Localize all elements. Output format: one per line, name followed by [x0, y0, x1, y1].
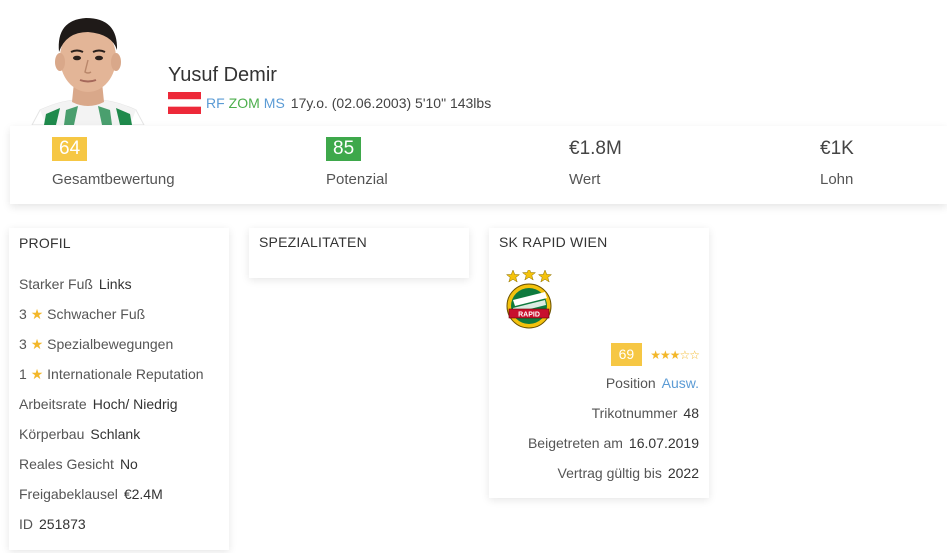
- strong-foot-label: Starker Fuß: [19, 276, 93, 292]
- profile-real-face: Reales Gesicht No: [19, 456, 138, 472]
- player-name: Yusuf Demir: [168, 64, 277, 86]
- club-jersey: Trikotnummer 48: [592, 405, 699, 421]
- profile-skill-moves: 3 ★ Spezialbewegungen: [19, 336, 173, 353]
- profile-card: PROFIL Starker Fuß Links 3 ★ Schwacher Fu…: [9, 228, 229, 550]
- strong-foot-value: Links: [98, 276, 132, 292]
- club-joined: Beigetreten am 16.07.2019: [528, 435, 699, 451]
- id-value: 251873: [39, 516, 86, 532]
- wage-value: €1K: [820, 138, 854, 159]
- release-clause-label: Freigabeklausel: [19, 486, 118, 502]
- club-star-rating-icon: ★★★☆☆: [650, 347, 700, 362]
- contract-label: Vertrag gültig bis: [557, 465, 662, 481]
- overall-rating-badge: 64: [52, 137, 88, 161]
- skill-moves-label: Spezialbewegungen: [47, 336, 174, 352]
- star-icon: ★: [30, 366, 44, 382]
- svg-text:RAPID: RAPID: [518, 312, 540, 319]
- club-position-label: Position: [605, 375, 656, 391]
- position-tag-ms[interactable]: MS: [264, 95, 285, 111]
- stat-value: €1.8M Wert: [569, 137, 622, 188]
- work-rate-label: Arbeitsrate: [19, 396, 87, 412]
- profile-work-rate: Arbeitsrate Hoch/ Niedrig: [19, 396, 178, 412]
- club-position: Position Ausw.: [606, 375, 699, 391]
- skill-moves-value: 3: [19, 336, 27, 352]
- market-value-label: Wert: [569, 171, 601, 188]
- stat-potential: 85 Potenzial: [326, 137, 388, 188]
- overall-rating-label: Gesamtbewertung: [52, 171, 175, 188]
- release-clause-value: €2.4M: [123, 486, 163, 502]
- profile-body-type: Körperbau Schlank: [19, 426, 140, 442]
- club-name[interactable]: SK RAPID WIEN: [499, 234, 699, 250]
- joined-label: Beigetreten am: [527, 435, 623, 451]
- joined-value: 16.07.2019: [628, 435, 699, 451]
- club-card: SK RAPID WIEN RAPID 69 ★★★☆☆ Position Aus…: [489, 228, 709, 498]
- club-contract: Vertrag gültig bis 2022: [558, 465, 699, 481]
- stats-bar: 64 Gesamtbewertung 85 Potenzial €1.8M We…: [10, 126, 947, 204]
- club-logo-icon[interactable]: RAPID: [503, 267, 555, 330]
- weak-foot-value: 3: [19, 306, 27, 322]
- reputation-label: Internationale Reputation: [47, 366, 204, 382]
- id-label: ID: [19, 516, 33, 532]
- club-position-value[interactable]: Ausw.: [662, 375, 699, 391]
- contract-value: 2022: [667, 465, 699, 481]
- position-tag-rf[interactable]: RF: [206, 95, 225, 111]
- profile-reputation: 1 ★ Internationale Reputation: [19, 366, 204, 383]
- jersey-number-value: 48: [683, 405, 699, 421]
- specialties-card-title: SPEZIALITATEN: [259, 234, 367, 250]
- real-face-label: Reales Gesicht: [19, 456, 114, 472]
- wage-label: Lohn: [820, 171, 854, 188]
- reputation-value: 1: [19, 366, 27, 382]
- work-rate-value: Hoch/ Niedrig: [92, 396, 178, 412]
- profile-weak-foot: 3 ★ Schwacher Fuß: [19, 306, 145, 323]
- stat-wage: €1K Lohn: [820, 137, 854, 188]
- player-header: Yusuf Demir RF ZOM MS 17y.o. (02.06.2003…: [0, 0, 947, 125]
- potential-rating-label: Potenzial: [326, 171, 388, 188]
- jersey-number-label: Trikotnummer: [591, 405, 678, 421]
- potential-rating-badge: 85: [326, 137, 362, 161]
- real-face-value: No: [119, 456, 138, 472]
- star-icon: ★: [30, 306, 44, 322]
- player-age-size: 17y.o. (02.06.2003) 5'10" 143lbs: [290, 95, 492, 111]
- body-type-value: Schlank: [90, 426, 141, 442]
- position-tag-zom[interactable]: ZOM: [229, 95, 260, 111]
- player-photo: [26, 10, 150, 125]
- austria-flag-icon: [168, 92, 201, 114]
- stat-overall: 64 Gesamtbewertung: [52, 137, 175, 188]
- specialties-card: SPEZIALITATEN: [249, 228, 469, 278]
- profile-release-clause: Freigabeklausel €2.4M: [19, 486, 163, 502]
- club-rating-row: 69 ★★★☆☆: [610, 343, 700, 366]
- weak-foot-label: Schwacher Fuß: [47, 306, 146, 322]
- body-type-label: Körperbau: [19, 426, 85, 442]
- club-rating-badge: 69: [610, 343, 643, 366]
- profile-card-title: PROFIL: [19, 235, 71, 251]
- market-value: €1.8M: [569, 138, 622, 159]
- player-meta-row: RF ZOM MS 17y.o. (02.06.2003) 5'10" 143l…: [168, 92, 491, 114]
- profile-id: ID 251873: [19, 516, 86, 532]
- star-icon: ★: [30, 336, 44, 352]
- profile-strong-foot: Starker Fuß Links: [19, 276, 132, 292]
